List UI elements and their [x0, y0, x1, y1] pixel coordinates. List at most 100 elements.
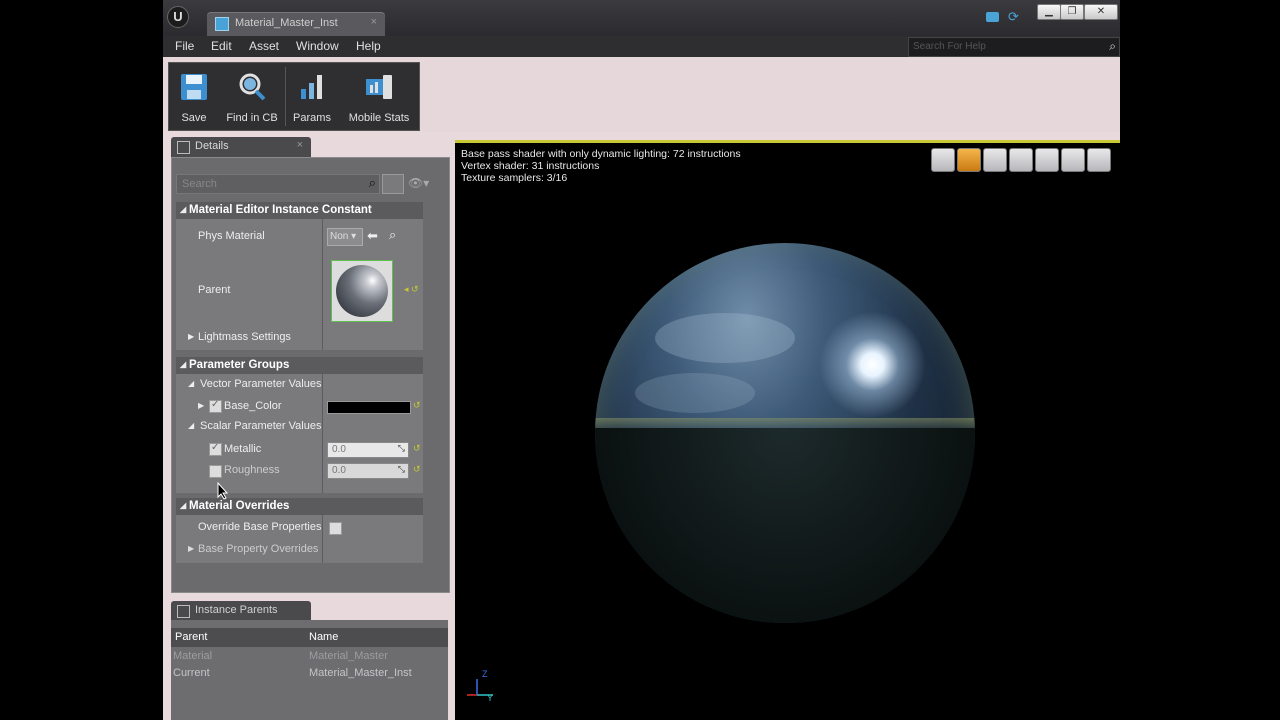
params-icon — [301, 75, 322, 99]
preview-viewport[interactable]: Base pass shader with only dynamic light… — [455, 140, 1120, 720]
mesh-preview-icon[interactable] — [1035, 148, 1059, 172]
mobile-stats-icon — [366, 75, 392, 99]
phys-material-dropdown[interactable]: Non ▾ — [327, 228, 363, 246]
sphere-preview-icon[interactable] — [957, 148, 981, 172]
menu-edit[interactable]: Edit — [211, 39, 232, 53]
section-header[interactable]: ◢ Material Editor Instance Constant — [176, 202, 423, 219]
parent-sphere-preview — [336, 265, 388, 317]
roughness-checkbox[interactable] — [209, 465, 222, 478]
override-base-properties-checkbox[interactable] — [329, 522, 342, 535]
plane-preview-icon[interactable] — [983, 148, 1007, 172]
params-button[interactable]: Params — [287, 63, 337, 130]
document-tab[interactable]: Material_Master_Inst × — [207, 12, 385, 36]
save-button[interactable]: Save — [169, 63, 219, 130]
find-in-cb-icon — [239, 73, 266, 101]
minimize-button[interactable]: ▁ — [1037, 4, 1061, 20]
save-icon — [181, 74, 207, 100]
section-header[interactable]: ◢ Material Overrides — [176, 498, 423, 515]
metallic-reset-icon[interactable]: ↺ — [413, 443, 421, 454]
tab-close-icon[interactable]: × — [371, 16, 377, 28]
params-label: Params — [293, 112, 331, 124]
material-editor-window: U Material_Master_Inst × ⟳ ▁ ❐ ✕ File Ed… — [163, 0, 1120, 720]
tab-instance-parents[interactable]: Instance Parents — [171, 601, 311, 620]
material-preview-sphere — [595, 243, 975, 623]
phys-material-value: Non — [330, 231, 349, 242]
restore-button[interactable]: ❐ — [1060, 4, 1084, 20]
expand-icon[interactable]: ▶ — [188, 544, 194, 553]
section-title: Parameter Groups — [189, 359, 290, 371]
menu-bar: File Edit Asset Window Help Search For H… — [163, 36, 1120, 57]
collapse-icon[interactable]: ◢ — [188, 379, 194, 388]
spin-arrows-icon: ⤡ — [397, 464, 405, 474]
metallic-checkbox[interactable] — [209, 442, 222, 456]
toggle-grid-icon[interactable] — [1061, 148, 1085, 172]
spin-arrows-icon: ⤡ — [397, 443, 405, 453]
column-parent[interactable]: Parent — [175, 631, 207, 643]
base-color-reset-icon[interactable]: ↺ — [413, 400, 421, 411]
toolbar-divider — [285, 67, 286, 126]
stats-line: Base pass shader with only dynamic light… — [461, 148, 741, 160]
toolbar-area: Save Find in CB Params Mobile Stats — [163, 57, 1120, 132]
stats-line: Texture samplers: 3/16 — [461, 172, 568, 184]
base-color-swatch[interactable] — [327, 401, 411, 414]
row-name: Material_Master — [309, 650, 388, 662]
close-button[interactable]: ✕ — [1084, 4, 1118, 20]
instance-parents-header: Parent Name — [171, 628, 448, 647]
collapse-icon[interactable]: ◢ — [188, 421, 194, 430]
mobile-stats-button[interactable]: Mobile Stats — [341, 63, 417, 130]
find-in-cb-button[interactable]: Find in CB — [219, 63, 285, 130]
details-icon — [177, 141, 190, 154]
save-label: Save — [181, 112, 207, 124]
details-search-input[interactable]: Search ⌕ — [176, 174, 380, 194]
section-parameter-groups: ◢ Parameter Groups ◢ Vector Parameter Va… — [176, 357, 423, 493]
base-color-checkbox[interactable] — [209, 399, 222, 413]
view-options-icon[interactable]: 👁▾ — [408, 176, 429, 190]
refresh-icon[interactable]: ⟳ — [1008, 10, 1022, 24]
details-tab-close-icon[interactable]: × — [297, 139, 303, 151]
property-matrix-button[interactable] — [382, 174, 404, 194]
unreal-logo-icon[interactable]: U — [167, 6, 189, 28]
cylinder-preview-icon[interactable] — [931, 148, 955, 172]
feedback-icon[interactable] — [986, 12, 999, 22]
menu-window[interactable]: Window — [296, 39, 339, 53]
scalar-parameter-values-label: Scalar Parameter Values — [200, 420, 322, 432]
tab-details[interactable]: Details × — [171, 137, 311, 157]
realtime-toggle-icon[interactable] — [1087, 148, 1111, 172]
material-instance-icon — [215, 17, 229, 31]
parent-thumbnail[interactable] — [331, 260, 393, 322]
expand-icon[interactable]: ▶ — [198, 401, 204, 410]
base-color-label: Base_Color — [224, 400, 282, 412]
roughness-field[interactable]: 0.0 ⤡ — [327, 463, 409, 479]
parent-reset-icon[interactable]: ◂ ↺ — [404, 284, 419, 295]
instance-parents-tab-label: Instance Parents — [195, 604, 278, 616]
table-row[interactable]: Current Material_Master_Inst — [171, 666, 448, 682]
browse-search-icon[interactable]: ⌕ — [389, 227, 396, 243]
metallic-field[interactable]: 0.0 ⤡ — [327, 442, 409, 458]
column-name[interactable]: Name — [309, 631, 338, 643]
menu-file[interactable]: File — [175, 39, 194, 53]
axis-z-label: Z — [482, 669, 488, 679]
details-panel: Search ⌕ 👁▾ ◢ Material Editor Instance C… — [171, 157, 450, 593]
collapse-icon: ◢ — [180, 360, 187, 369]
base-property-overrides-label[interactable]: Base Property Overrides — [198, 543, 318, 555]
title-bar: U Material_Master_Inst × ⟳ ▁ ❐ ✕ — [163, 0, 1120, 36]
row-name: Material_Master_Inst — [309, 667, 412, 679]
menu-asset[interactable]: Asset — [249, 39, 279, 53]
help-search-placeholder: Search For Help — [913, 41, 986, 52]
cube-preview-icon[interactable] — [1009, 148, 1033, 172]
menu-help[interactable]: Help — [356, 39, 381, 53]
stats-line: Vertex shader: 31 instructions — [461, 160, 600, 172]
metallic-value: 0.0 — [332, 444, 346, 455]
expand-icon[interactable]: ▶ — [188, 332, 194, 341]
toolbar: Save Find in CB Params Mobile Stats — [168, 62, 420, 131]
axis-gizmo-icon: Z Y — [467, 669, 493, 703]
section-title: Material Editor Instance Constant — [189, 204, 372, 216]
lightmass-settings-label[interactable]: Lightmass Settings — [198, 331, 291, 343]
roughness-reset-icon[interactable]: ↺ — [413, 464, 421, 475]
help-search-input[interactable]: Search For Help ⌕ — [908, 37, 1120, 57]
use-selected-arrow-icon[interactable]: ⬅ — [367, 228, 378, 244]
section-header[interactable]: ◢ Parameter Groups — [176, 357, 423, 374]
phys-material-label: Phys Material — [198, 230, 265, 242]
instance-parents-icon — [177, 605, 190, 618]
table-row[interactable]: Material Material_Master — [171, 649, 448, 665]
